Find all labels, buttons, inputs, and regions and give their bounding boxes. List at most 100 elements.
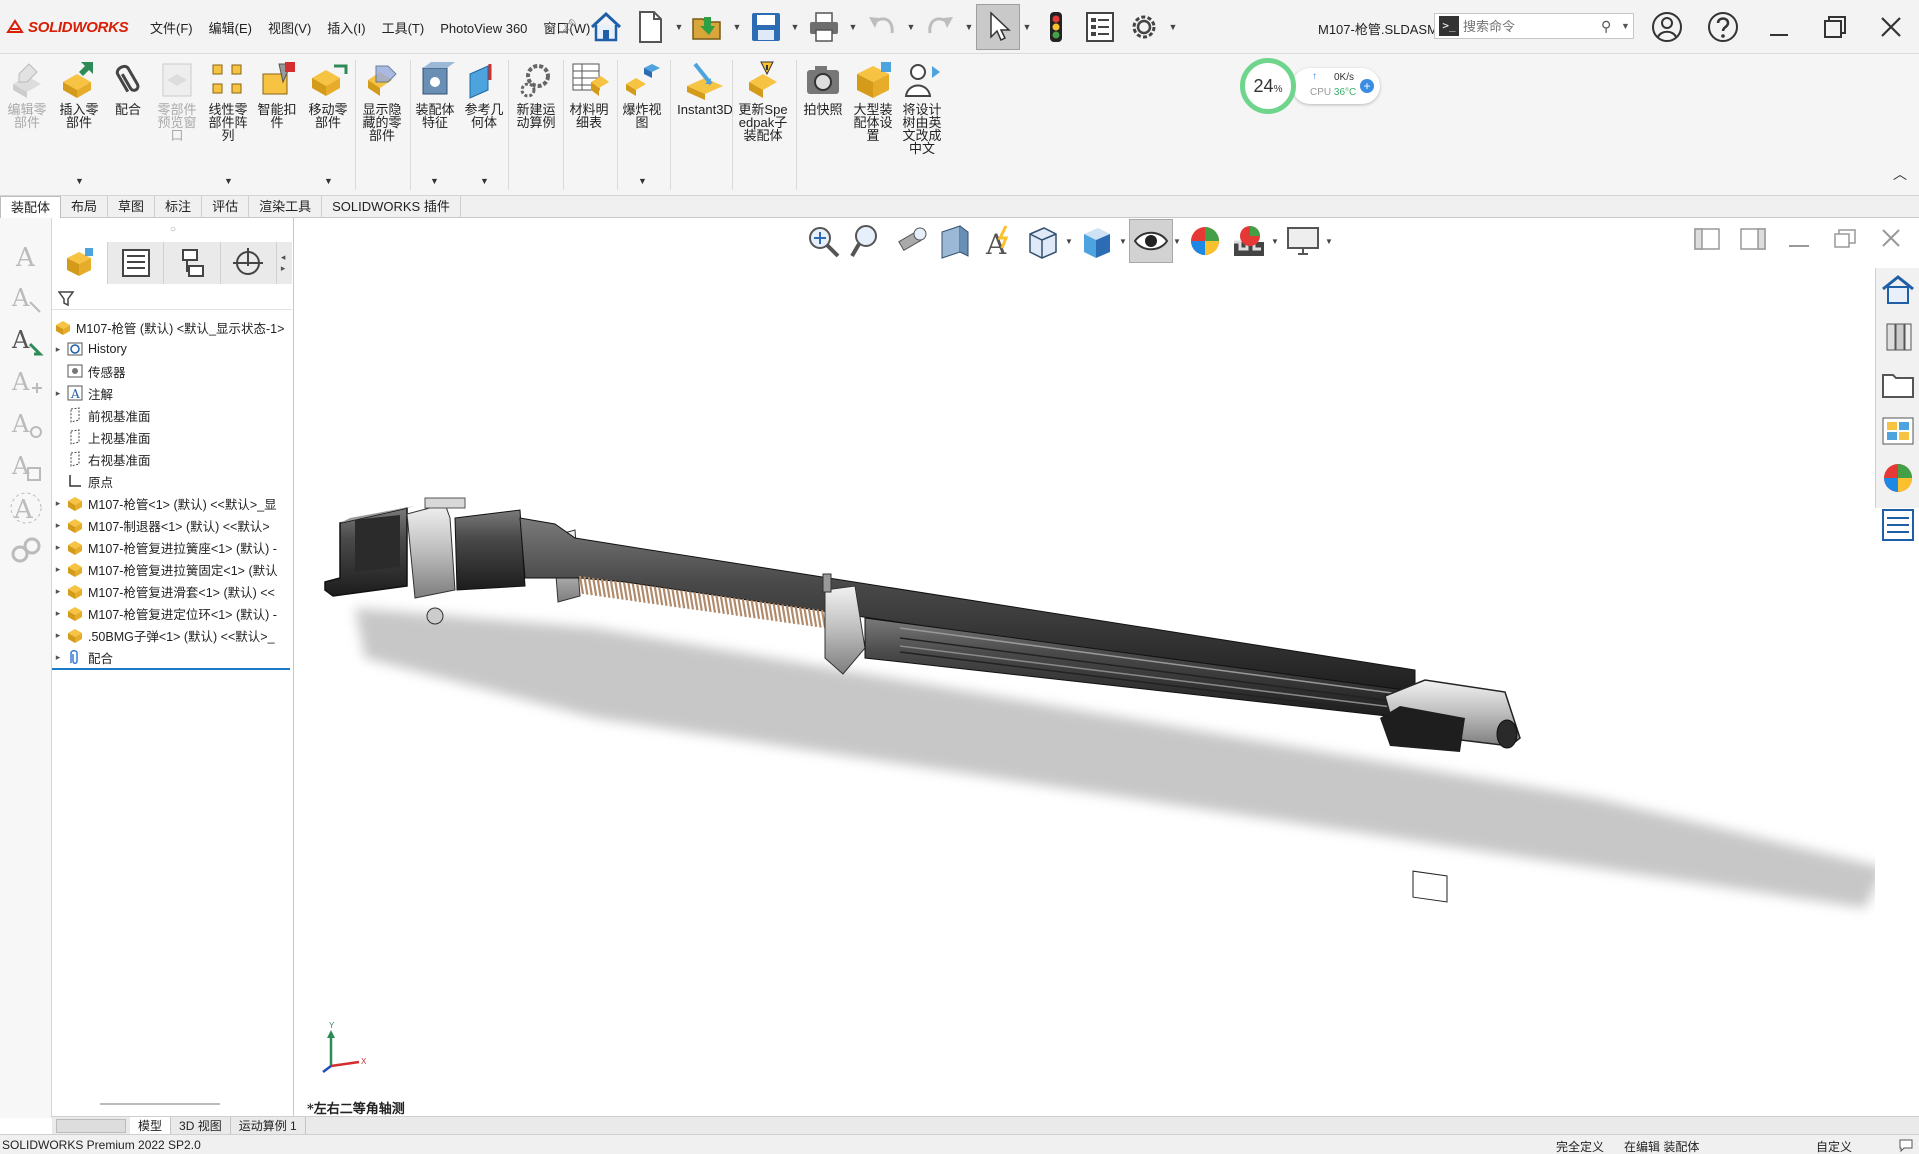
tab-render-tools[interactable]: 渲染工具 [249,196,323,218]
show-hidden-button[interactable]: 显示隐藏的零部件 [357,60,407,142]
tab-motion-study-1[interactable]: 运动算例 1 [231,1116,306,1135]
minimize-button[interactable] [1751,0,1807,54]
tab-layout[interactable]: 布局 [61,196,109,218]
expand-arrow-icon[interactable]: ▸ [52,542,64,553]
balloon-annotation-icon[interactable]: A [8,280,44,316]
open-button[interactable] [686,4,730,50]
tree-item[interactable]: ▸ A 注解 [52,382,292,404]
reference-geometry-button[interactable]: 参考几何体 [459,60,509,129]
tree-item[interactable]: ▸ M107-枪管复进滑套<1> (默认) << [52,580,292,602]
select-button[interactable] [976,4,1020,50]
file-explorer-icon[interactable] [1879,365,1917,403]
tab-markup[interactable]: 标注 [155,196,203,218]
tree-item[interactable]: 上视基准面 [52,426,292,448]
performance-monitor-widget[interactable]: ↑ 0K/s CPU 36°C + 24% [1240,56,1390,118]
tree-item[interactable]: 原点 [52,470,292,492]
graphics-area[interactable]: A ▼ ▼ ▼ ▼ ▼ Y X *左右二等角轴测 [295,218,1919,1118]
redo-button[interactable] [918,4,962,50]
mate-button[interactable]: 配合 [103,60,153,116]
select-dropdown[interactable]: ▼ [1020,4,1034,50]
rebuild-button[interactable] [1034,4,1078,50]
expand-arrow-icon[interactable]: ▸ [52,388,64,399]
expand-arrow-icon[interactable]: ▸ [52,652,64,663]
smart-fasteners-button[interactable]: 智能扣件 [252,60,302,129]
memory-usage-ring[interactable]: 24% [1240,58,1296,114]
menu-view[interactable]: 视图(V) [260,20,319,38]
datum-feature-icon[interactable]: A [8,406,44,442]
tree-item[interactable]: 前视基准面 [52,404,292,426]
accelerate-plus-icon[interactable]: + [1360,79,1374,93]
expand-arrow-icon[interactable]: ▸ [52,586,64,597]
search-icon[interactable]: ⚲ [1601,18,1621,35]
tab-sketch[interactable]: 草图 [108,196,156,218]
large-assembly-button[interactable]: 大型装配体设置 [848,60,898,142]
command-search[interactable]: >_ ⚲ ▼ [1434,13,1634,39]
assembly-features-button[interactable]: 装配体特征 [410,60,460,129]
undo-button[interactable] [860,4,904,50]
open-dropdown[interactable]: ▼ [730,4,744,50]
tooltip-toggle-icon[interactable] [1898,1138,1914,1152]
reference-geometry-dropdown[interactable]: ▼ [480,176,489,186]
custom-properties-icon[interactable] [1879,506,1917,544]
search-input[interactable] [1463,18,1601,34]
tab-solidworks-addins[interactable]: SOLIDWORKS 插件 [322,196,461,218]
pin-menu-icon[interactable]: 📌︎ [560,18,578,35]
linear-pattern-button[interactable]: 线性零部件阵列 [203,60,253,142]
new-document-dropdown[interactable]: ▼ [672,4,686,50]
new-motion-study-button[interactable]: 新建运动算例 [511,60,561,129]
restore-button[interactable] [1807,0,1863,54]
redo-dropdown[interactable]: ▼ [962,4,976,50]
tab-scroll-arrows[interactable]: ◂ ▸ [277,242,292,284]
save-button[interactable] [744,4,788,50]
tree-item[interactable]: ▸ M107-枪管复进拉簧固定<1> (默认 [52,558,292,580]
print-button[interactable] [802,4,846,50]
expand-arrow-icon[interactable]: ▸ [52,564,64,575]
tab-dimxpertmanager[interactable] [221,242,277,284]
appearances-scenes-icon[interactable] [1879,459,1917,497]
tree-item[interactable]: ▸ M107-枪管<1> (默认) <<默认>_显 [52,492,292,514]
file-properties-button[interactable] [1078,4,1122,50]
close-button[interactable] [1863,0,1919,54]
tree-root-assembly[interactable]: M107-枪管 (默认) <默认_显示状态-1> [52,316,292,338]
assembly-features-dropdown[interactable]: ▼ [430,176,439,186]
insert-component-button[interactable]: 插入零部件 [54,60,104,129]
tree-horizontal-scrollbar[interactable] [100,1103,220,1105]
solidworks-resources-icon[interactable] [1879,271,1917,309]
options-button[interactable] [1122,4,1166,50]
linear-pattern-dropdown[interactable]: ▼ [224,176,233,186]
search-dropdown-icon[interactable]: ▼ [1621,21,1633,31]
chamber[interactable] [454,509,526,591]
surface-finish-icon[interactable]: A [8,322,44,358]
undo-dropdown[interactable]: ▼ [904,4,918,50]
translate-tree-button[interactable]: 将设计树由英文改成中文 [897,60,947,155]
weld-symbol-icon[interactable]: A [8,364,44,400]
expand-arrow-icon[interactable]: ▸ [52,498,64,509]
tab-3d-views[interactable]: 3D 视图 [171,1116,231,1135]
move-component-dropdown[interactable]: ▼ [324,176,333,186]
menu-tools[interactable]: 工具(T) [374,20,433,38]
take-snapshot-button[interactable]: 拍快照 [798,60,848,116]
save-dropdown[interactable]: ▼ [788,4,802,50]
help-button[interactable] [1695,0,1751,54]
move-component-button[interactable]: 移动零部件 [303,60,353,129]
expand-arrow-icon[interactable]: ▸ [52,608,64,619]
tab-model[interactable]: 模型 [130,1116,172,1135]
menu-insert[interactable]: 插入(I) [319,20,373,38]
instant3d-button[interactable]: Instant3D [675,60,735,116]
view-palette-icon[interactable] [1879,412,1917,450]
tab-propertymanager[interactable] [108,242,165,284]
account-button[interactable] [1639,0,1695,54]
tab-evaluate[interactable]: 评估 [202,196,250,218]
home-button[interactable] [584,4,628,50]
tree-item[interactable]: ▸ M107-枪管复进定位环<1> (默认) - [52,602,292,624]
menu-file[interactable]: 文件(F) [142,20,201,38]
update-speedpak-button[interactable]: 更新Speedpak子装配体 [738,60,788,142]
collapse-ribbon-icon[interactable]: ︿ [1893,164,1907,184]
tree-item[interactable]: ▸ History [52,338,292,360]
insert-component-dropdown[interactable]: ▼ [75,176,84,186]
note-annotation-icon[interactable]: A [8,238,44,274]
new-document-button[interactable] [628,4,672,50]
exploded-view-button[interactable]: 爆炸视图 [617,60,667,129]
expand-arrow-icon[interactable]: ▸ [52,344,64,355]
print-dropdown[interactable]: ▼ [846,4,860,50]
